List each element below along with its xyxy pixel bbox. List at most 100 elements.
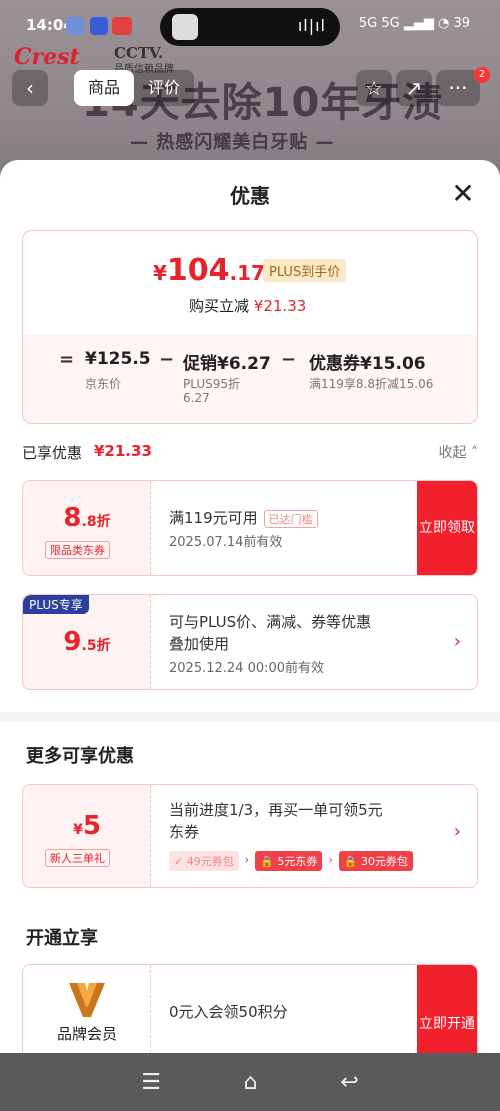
tab-reviews[interactable]: 评价 xyxy=(134,70,194,106)
progress-step-next: 🔒 5元东券 xyxy=(255,851,323,871)
coupon-value: 优惠券¥15.06 xyxy=(309,354,426,374)
plus-coupon-card[interactable]: 9.5折 PLUS专享 可与PLUS价、满减、券等优惠 叠加使用 2025.12… xyxy=(22,594,478,690)
more-offers-title: 更多可享优惠 xyxy=(26,746,134,767)
sheet-title: 优惠 xyxy=(230,184,270,208)
progress-steps: ✓ 49元券包 › 🔒 5元东券 › 🔒 30元券包 xyxy=(169,851,413,871)
step-arrow-icon: › xyxy=(328,853,333,866)
base-price-label: 京东价 xyxy=(85,377,122,391)
dynamic-island[interactable]: ıl|ıl xyxy=(160,8,340,46)
coupon-description: 可与PLUS价、满减、券等优惠 xyxy=(169,613,372,631)
app-notification-icon xyxy=(66,17,84,35)
instant-cut-amount: ¥21.33 xyxy=(253,297,307,315)
step-label: 5元东券 xyxy=(277,855,318,868)
back-button[interactable]: ‹ xyxy=(12,70,48,106)
product-tabs: 商品 评价 xyxy=(74,70,195,106)
coupon-type-tag: 新人三单礼 xyxy=(45,849,110,867)
signal-label: 5G 5G xyxy=(358,16,400,31)
currency-symbol: ¥ xyxy=(73,822,83,838)
promo-label-amount: 6.27 xyxy=(183,391,210,405)
chevron-right-icon: › xyxy=(453,821,461,842)
brand-logo: Crest CCTV. 品质信赖品牌 xyxy=(14,44,174,75)
price-currency: ¥ xyxy=(153,261,167,285)
progress-step-next: 🔒 30元券包 xyxy=(338,851,413,871)
minus-sign: − xyxy=(159,349,175,370)
menu-icon[interactable]: ☰ xyxy=(141,1070,161,1095)
coupon-discount: 8.8折 xyxy=(23,503,151,533)
audio-wave-icon: ıl|ıl xyxy=(297,16,326,35)
app-notification-icon xyxy=(90,17,108,35)
coupon-expiry: 2025.12.24 00:00前有效 xyxy=(169,661,325,676)
media-thumbnail xyxy=(172,14,198,40)
coupon-type-tag: 限品类东券 xyxy=(45,541,110,559)
equals-sign: = xyxy=(59,349,75,370)
discount-sheet: 优惠 ✕ ¥ 104 .17 PLUS到手价 购买立减 ¥21.33 = ¥12… xyxy=(0,160,500,1053)
coupon-discount: 9.5折 xyxy=(23,627,151,657)
discount-amount: 5 xyxy=(82,811,101,841)
chevron-up-icon: ˄ xyxy=(471,445,478,461)
open-membership-button[interactable]: 立即开通 xyxy=(417,965,477,1053)
banner-subline: — 热感闪耀美白牙贴 — xyxy=(130,132,335,153)
final-price: ¥ 104 .17 xyxy=(153,253,265,288)
favorite-button[interactable]: ☆ xyxy=(356,70,392,106)
price-summary-card: ¥ 104 .17 PLUS到手价 购买立减 ¥21.33 = ¥125.5 京… xyxy=(22,230,478,424)
coupon-left: ¥5 新人三单礼 xyxy=(23,785,151,887)
share-icon: ↗ xyxy=(405,76,423,100)
enjoyed-label: 已享优惠 xyxy=(22,444,83,462)
discount-decimal: .8折 xyxy=(81,514,111,530)
coupon-discount: ¥5 xyxy=(23,811,151,841)
member-label: 品牌会员 xyxy=(56,1025,117,1043)
price-integer: 104 xyxy=(166,253,230,288)
base-price-value: ¥125.5 xyxy=(85,349,151,369)
promo-value: 促销¥6.27 xyxy=(183,354,271,374)
share-button[interactable]: ↗ xyxy=(396,70,432,106)
notification-badge: 2 xyxy=(474,67,490,83)
coupon-expiry: 2025.07.14前有效 xyxy=(169,535,283,550)
progress-step-done: ✓ 49元券包 xyxy=(169,851,239,871)
coupon-left: 8.8折 限品类东券 xyxy=(23,481,151,575)
member-offer-text: 0元入会领50积分 xyxy=(169,1003,288,1021)
tab-product[interactable]: 商品 xyxy=(74,70,135,106)
discount-integer: 9 xyxy=(63,627,82,657)
coupon-condition-text: 满119元可用 xyxy=(169,509,258,527)
progress-text: 当前进度1/3，再买一单可领5元 xyxy=(169,801,383,819)
open-membership-title: 开通立享 xyxy=(26,928,98,949)
star-icon: ☆ xyxy=(365,76,383,100)
price-breakdown: = ¥125.5 京东价 − 促销¥6.27 PLUS95折 6.27 − 优惠… xyxy=(23,335,477,423)
newcomer-offer-card[interactable]: ¥5 新人三单礼 当前进度1/3，再买一单可领5元 东券 ✓ 49元券包 › 🔒… xyxy=(22,784,478,888)
chevron-right-icon: › xyxy=(453,631,461,652)
claim-coupon-button[interactable]: 立即领取 xyxy=(417,481,477,575)
back-icon[interactable]: ↩ xyxy=(340,1070,358,1095)
brand-member-card: 品牌会员 0元入会领50积分 立即开通 xyxy=(22,964,478,1053)
home-icon[interactable]: ⌂ xyxy=(244,1070,258,1095)
collapse-toggle[interactable]: 收起 ˄ xyxy=(439,442,478,462)
progress-text-cont: 东券 xyxy=(169,823,200,841)
step-arrow-icon: › xyxy=(244,853,250,866)
enjoyed-amount: ¥21.33 xyxy=(94,442,152,460)
instant-cut: 购买立减 ¥21.33 xyxy=(189,295,306,316)
signal-battery-indicator: 5G 5G ▂▄▆ ◔ 39 xyxy=(358,16,470,31)
collapse-label: 收起 xyxy=(438,445,467,461)
battery-level: 39 xyxy=(453,16,470,31)
more-icon: ··· xyxy=(448,76,468,100)
plus-exclusive-badge: PLUS专享 xyxy=(23,595,89,614)
price-decimal: .17 xyxy=(229,261,265,285)
discount-decimal: .5折 xyxy=(81,638,111,654)
plus-price-tag: PLUS到手价 xyxy=(263,259,347,282)
instant-cut-label: 购买立减 xyxy=(189,297,250,315)
crest-logo: Crest xyxy=(14,44,80,70)
step-label: 49元券包 xyxy=(186,855,234,868)
threshold-reached-tag: 已达门槛 xyxy=(263,510,318,528)
promo-label: PLUS95折 xyxy=(183,377,240,391)
enjoyed-discount-row: 已享优惠 ¥21.33 收起 ˄ xyxy=(22,442,478,466)
section-divider xyxy=(0,712,500,722)
brand-member-logo-icon xyxy=(69,983,105,1017)
app-notification-icon xyxy=(112,17,132,35)
system-navigation-bar: ☰ ⌂ ↩ xyxy=(0,1053,500,1111)
price-top: ¥ 104 .17 PLUS到手价 购买立减 ¥21.33 xyxy=(23,231,477,335)
chevron-left-icon: ‹ xyxy=(26,76,34,100)
minus-sign: − xyxy=(281,349,297,370)
discount-integer: 8 xyxy=(63,503,82,533)
coupon-description-cont: 叠加使用 xyxy=(169,635,230,653)
close-button[interactable]: ✕ xyxy=(448,180,478,210)
step-label: 30元券包 xyxy=(360,855,408,868)
